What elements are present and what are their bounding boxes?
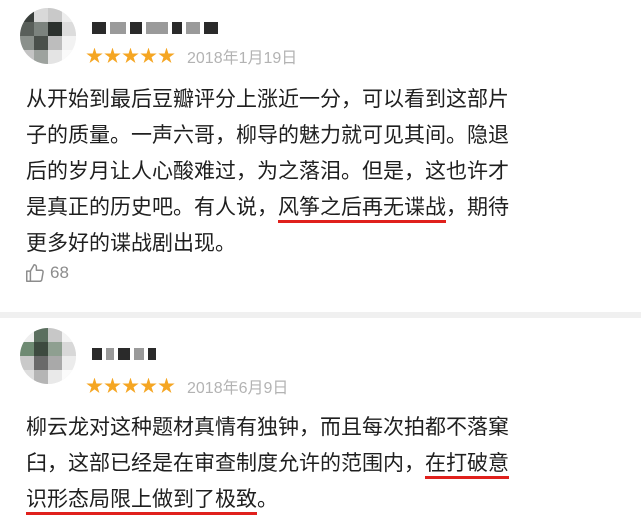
review-text-line: 柳云龙对这种题材真情有独钟，而且每次拍都不落窠	[26, 409, 626, 445]
review-item: 2018年6月9日 柳云龙对这种题材真情有独钟，而且每次拍都不落窠 臼，这部已经是…	[0, 318, 641, 518]
text-segment: 从开始到最后豆瓣评分上涨近一分，可以看到这部片	[26, 87, 509, 111]
star-icon	[158, 47, 175, 63]
review-text: 柳云龙对这种题材真情有独钟，而且每次拍都不落窠 臼，这部已经是在审查制度允许的范围…	[26, 409, 626, 517]
rating-row: 2018年6月9日	[86, 375, 288, 397]
star-icon	[104, 47, 121, 63]
review-text: 从开始到最后豆瓣评分上涨近一分，可以看到这部片 子的质量。一声六哥，柳导的魅力就可…	[26, 81, 626, 261]
review-text-line: 从开始到最后豆瓣评分上涨近一分，可以看到这部片	[26, 81, 626, 117]
star-rating	[86, 47, 175, 65]
highlighted-text: 风筝之后再无谍战	[278, 195, 446, 219]
review-date: 2018年6月9日	[187, 380, 289, 397]
review-date: 2018年1月19日	[187, 50, 298, 67]
highlighted-text: 在打破意	[425, 451, 509, 475]
review-text-line: 子的质量。一声六哥，柳导的魅力就可见其间。隐退	[26, 117, 626, 153]
star-icon	[140, 47, 157, 63]
username-redacted[interactable]	[92, 348, 156, 362]
star-icon	[140, 377, 157, 393]
text-segment: 柳云龙对这种题材真情有独钟，而且每次拍都不落窠	[26, 415, 509, 439]
like-count: 68	[50, 263, 69, 282]
star-icon	[158, 377, 175, 393]
text-segment: 后的岁月让人心酸难过，为之落泪。但是，这也许才	[26, 159, 509, 183]
review-text-line: 识形态局限上做到了极致。	[26, 481, 626, 517]
username-redacted[interactable]	[92, 22, 218, 36]
review-text-line: 更多好的谍战剧出现。	[26, 225, 626, 261]
star-icon	[104, 377, 121, 393]
avatar[interactable]	[20, 328, 76, 384]
avatar[interactable]	[20, 8, 76, 64]
review-text-line: 臼，这部已经是在审查制度允许的范围内，在打破意	[26, 445, 626, 481]
rating-row: 2018年1月19日	[86, 45, 297, 67]
text-segment: 臼，这部已经是在审查制度允许的范围内，	[26, 451, 425, 475]
text-segment: 。	[257, 487, 278, 511]
star-icon	[86, 47, 103, 63]
text-segment: ，期待	[446, 195, 509, 219]
text-segment: 子的质量。一声六哥，柳导的魅力就可见其间。隐退	[26, 123, 509, 147]
star-icon	[122, 47, 139, 63]
text-segment: 是真正的历史吧。有人说，	[26, 195, 278, 219]
like-button[interactable]: 68	[24, 262, 69, 284]
review-item: 2018年1月19日 从开始到最后豆瓣评分上涨近一分，可以看到这部片 子的质量。一…	[0, 0, 641, 312]
star-icon	[122, 377, 139, 393]
thumbs-up-icon	[26, 264, 44, 282]
star-icon	[86, 377, 103, 393]
review-text-line: 后的岁月让人心酸难过，为之落泪。但是，这也许才	[26, 153, 626, 189]
review-text-line: 是真正的历史吧。有人说，风筝之后再无谍战，期待	[26, 189, 626, 225]
text-segment: 更多好的谍战剧出现。	[26, 231, 236, 255]
star-rating	[86, 377, 175, 395]
highlighted-text: 识形态局限上做到了极致	[26, 487, 257, 511]
